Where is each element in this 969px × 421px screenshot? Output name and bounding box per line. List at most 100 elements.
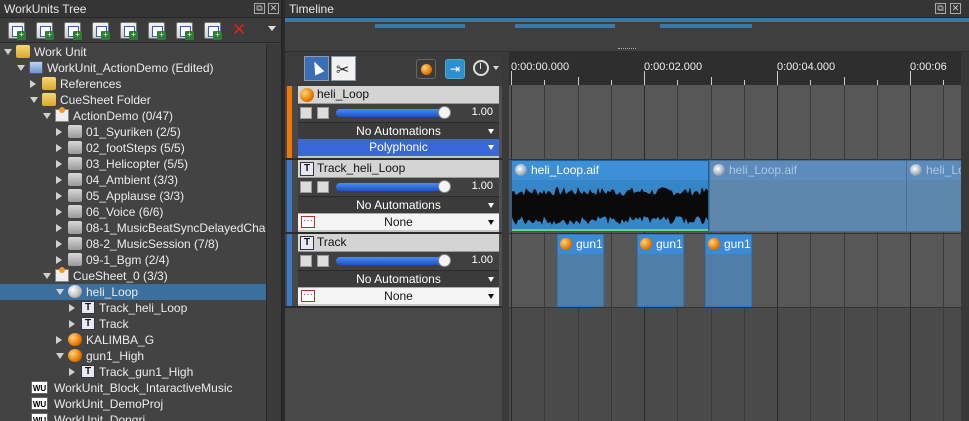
new-cue-button[interactable]: + bbox=[92, 22, 110, 40]
more-options-icon[interactable] bbox=[301, 286, 315, 303]
expand-arrow-right-icon[interactable] bbox=[69, 304, 75, 312]
track-header[interactable]: heli_Loop 1.00 No Automations Polyphonic bbox=[285, 86, 502, 160]
mute-icon[interactable] bbox=[317, 255, 329, 267]
tree-item[interactable]: 05_Applause (3/3) bbox=[0, 188, 266, 204]
tree-item[interactable]: References bbox=[0, 76, 266, 92]
overview-resize-grip[interactable] bbox=[618, 48, 636, 50]
volume-slider-knob[interactable] bbox=[438, 106, 451, 119]
solo-icon[interactable] bbox=[300, 255, 312, 267]
expand-arrow-right-icon[interactable] bbox=[56, 256, 62, 264]
cut-tool-button[interactable]: ✂ bbox=[331, 56, 356, 81]
expand-arrow-right-icon[interactable] bbox=[30, 80, 36, 88]
waveform-loop-region[interactable]: heli_Loop.aif bbox=[709, 160, 907, 232]
expand-arrow-down-icon[interactable] bbox=[56, 289, 64, 295]
new-block-button[interactable]: + bbox=[204, 22, 222, 40]
timeline-overview[interactable] bbox=[285, 18, 969, 52]
expand-arrow-down-icon[interactable] bbox=[43, 273, 51, 279]
toolbar-dropdown-icon[interactable] bbox=[268, 26, 276, 31]
more-options-icon[interactable] bbox=[301, 212, 315, 229]
preview-play-button[interactable] bbox=[416, 59, 436, 79]
expand-arrow-right-icon[interactable] bbox=[69, 320, 75, 328]
tree-item[interactable]: heli_Loop bbox=[0, 284, 266, 300]
tree-item[interactable]: 04_Ambient (3/3) bbox=[0, 172, 266, 188]
expand-arrow-right-icon[interactable] bbox=[56, 336, 62, 344]
close-panel-icon[interactable]: ✕ bbox=[950, 3, 961, 14]
mode-dropdown[interactable]: None bbox=[298, 212, 499, 230]
tree-item[interactable]: T Track bbox=[0, 316, 266, 332]
expand-arrow-down-icon[interactable] bbox=[56, 353, 64, 359]
tree-item[interactable]: 09-1_Bgm (2/4) bbox=[0, 252, 266, 268]
track-header[interactable]: TTrack_heli_Loop 1.00 No Automations None bbox=[285, 160, 502, 234]
solo-icon[interactable] bbox=[300, 181, 312, 193]
tree-item[interactable]: ActionDemo (0/47) bbox=[0, 107, 266, 124]
clock-icon[interactable] bbox=[473, 60, 489, 76]
expand-arrow-right-icon[interactable] bbox=[56, 144, 62, 152]
waveform-loop-region[interactable]: heli_Loop.aif bbox=[906, 160, 969, 232]
track-name-row[interactable]: heli_Loop bbox=[298, 86, 499, 104]
mode-dropdown[interactable]: Polyphonic bbox=[298, 139, 499, 156]
expand-arrow-right-icon[interactable] bbox=[56, 240, 62, 248]
delete-icon[interactable]: ✕ bbox=[232, 20, 246, 40]
new-workunit-button[interactable]: + bbox=[8, 22, 26, 40]
tree-item[interactable]: 02_footSteps (5/5) bbox=[0, 140, 266, 156]
expand-arrow-right-icon[interactable] bbox=[69, 368, 75, 376]
tree-item[interactable]: WU WorkUnit_DemoProj bbox=[0, 396, 266, 412]
new-material-button[interactable]: + bbox=[120, 22, 138, 40]
new-waveform-button[interactable]: + bbox=[176, 22, 194, 40]
tree-item[interactable]: CueSheet Folder bbox=[0, 92, 266, 108]
tree-item[interactable]: CueSheet_0 (3/3) bbox=[0, 267, 266, 284]
follow-cursor-button[interactable]: ⇥ bbox=[445, 59, 465, 79]
cue-event-region[interactable]: gun1 bbox=[637, 234, 684, 307]
solo-icon[interactable] bbox=[300, 107, 312, 119]
select-tool-button[interactable] bbox=[304, 56, 329, 81]
automation-dropdown[interactable]: No Automations bbox=[298, 122, 499, 139]
track-name-row[interactable]: T Track_heli_Loop bbox=[298, 160, 499, 178]
tree-item[interactable]: 06_Voice (6/6) bbox=[0, 204, 266, 220]
expand-arrow-right-icon[interactable] bbox=[56, 192, 62, 200]
track-header[interactable]: TTrack 1.00 No Automations None bbox=[285, 234, 502, 308]
mode-dropdown[interactable]: None bbox=[298, 286, 499, 304]
tree-scrollbar[interactable] bbox=[266, 44, 281, 421]
expand-arrow-right-icon[interactable] bbox=[56, 160, 62, 168]
tree-item[interactable]: WU WorkUnit_Block_IntaractiveMusic bbox=[0, 380, 266, 396]
expand-arrow-down-icon[interactable] bbox=[43, 113, 51, 119]
cue-event-region[interactable]: gun1 bbox=[557, 234, 604, 307]
tree-item[interactable]: 08-2_MusicSession (7/8) bbox=[0, 236, 266, 252]
time-ruler[interactable]: 0:00:00.000 0:00:02.000 0:00:04.000 0:00:06 bbox=[509, 52, 969, 86]
tree-item[interactable]: 01_Syuriken (2/5) bbox=[0, 124, 266, 140]
close-panel-icon[interactable]: ✕ bbox=[268, 3, 279, 14]
expand-arrow-right-icon[interactable] bbox=[56, 176, 62, 184]
new-cuesheet-button[interactable]: + bbox=[64, 22, 82, 40]
tree-item[interactable]: KALIMBA_G bbox=[0, 332, 266, 348]
volume-slider[interactable] bbox=[336, 183, 446, 191]
volume-slider-knob[interactable] bbox=[438, 254, 451, 267]
expand-arrow-down-icon[interactable] bbox=[17, 65, 25, 71]
tree-item[interactable]: T Track_heli_Loop bbox=[0, 300, 266, 316]
tree-item[interactable]: Work Unit bbox=[0, 44, 266, 60]
float-panel-icon[interactable]: ⧉ bbox=[935, 3, 946, 14]
cue-event-region[interactable]: gun1 bbox=[705, 234, 752, 307]
header-lane-splitter[interactable] bbox=[502, 52, 509, 421]
mute-icon[interactable] bbox=[317, 107, 329, 119]
tree-item[interactable]: gun1_High bbox=[0, 348, 266, 364]
mute-icon[interactable] bbox=[317, 181, 329, 193]
time-format-dropdown-icon[interactable] bbox=[493, 66, 499, 70]
track-name-row[interactable]: T Track bbox=[298, 234, 499, 252]
tree-item[interactable]: T Track_gun1_High bbox=[0, 364, 266, 380]
automation-dropdown[interactable]: No Automations bbox=[298, 270, 499, 287]
float-panel-icon[interactable]: ⧉ bbox=[254, 3, 265, 14]
expand-arrow-right-icon[interactable] bbox=[56, 128, 62, 136]
volume-slider-knob[interactable] bbox=[438, 180, 451, 193]
expand-arrow-right-icon[interactable] bbox=[56, 208, 62, 216]
timeline-vertical-scrollbar[interactable] bbox=[961, 52, 969, 421]
expand-arrow-down-icon[interactable] bbox=[4, 49, 12, 55]
automation-dropdown[interactable]: No Automations bbox=[298, 196, 499, 213]
volume-slider[interactable] bbox=[336, 257, 446, 265]
tree-item[interactable]: 08-1_MusicBeatSyncDelayedChang... bbox=[0, 220, 266, 236]
volume-slider[interactable] bbox=[336, 109, 446, 117]
tree-item[interactable]: 03_Helicopter (5/5) bbox=[0, 156, 266, 172]
expand-arrow-right-icon[interactable] bbox=[56, 224, 62, 232]
tree-item[interactable]: WU WorkUnit_Dongri bbox=[0, 412, 266, 421]
tree-item[interactable]: WorkUnit_ActionDemo (Edited) bbox=[0, 60, 266, 76]
waveform-region[interactable]: heli_Loop.aif bbox=[511, 160, 709, 232]
